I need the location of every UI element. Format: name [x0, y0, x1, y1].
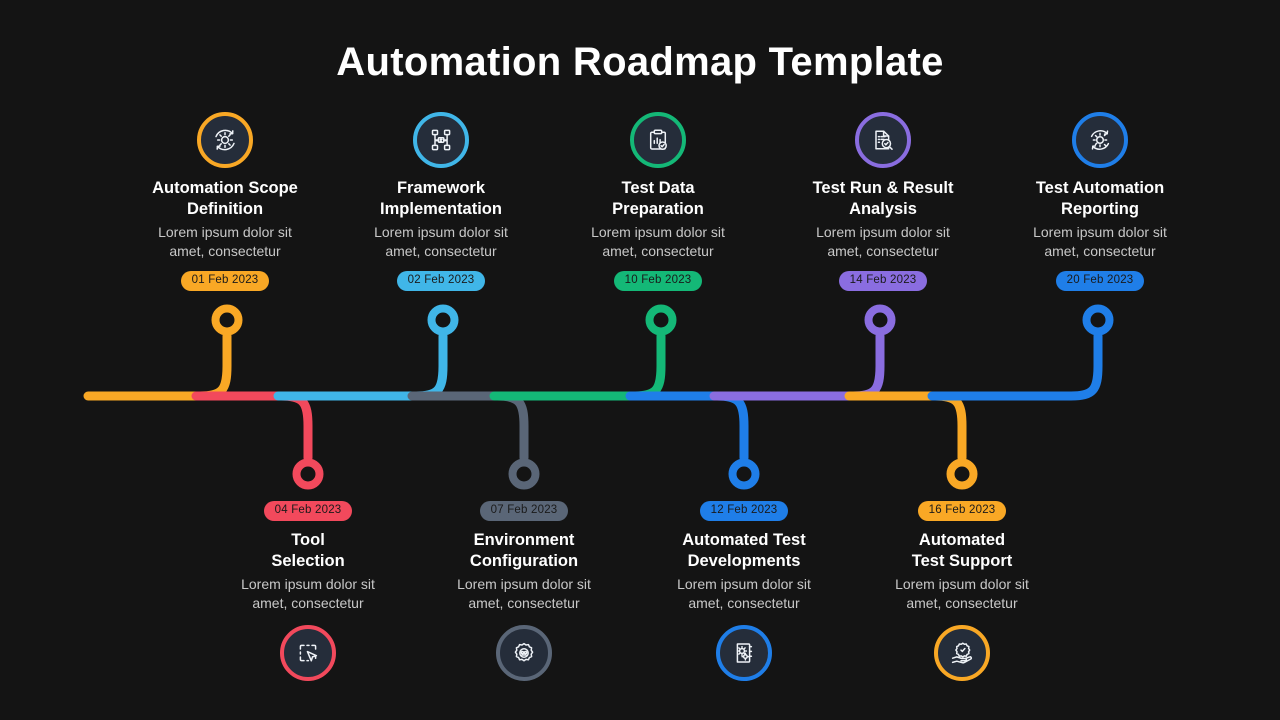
milestone-date-badge[interactable]: 12 Feb 2023: [699, 501, 789, 521]
milestone-title: Environment Configuration: [469, 531, 579, 570]
milestone-date-badge[interactable]: 16 Feb 2023: [917, 501, 1007, 521]
segment-orange-1: [83, 331, 232, 401]
milestone-description: Lorem ipsum dolor sit amet, consectetur: [457, 576, 591, 611]
milestone-3[interactable]: Framework Implementation Lorem ipsum dolo…: [336, 112, 546, 291]
segment-blue-6: [625, 391, 749, 463]
target-automation-icon: [1072, 112, 1128, 168]
milestone-description: Lorem ipsum dolor sit amet, consectetur: [895, 576, 1029, 611]
milestone-8[interactable]: 16 Feb 2023 Automated Test Support Lorem …: [857, 500, 1067, 681]
milestone-date-wrap: 16 Feb 2023: [857, 500, 1067, 521]
milestone-5[interactable]: Test Data Preparation Lorem ipsum dolor s…: [553, 112, 763, 291]
milestone-title: Framework Implementation: [380, 179, 502, 218]
milestone-1[interactable]: Automation Scope Definition Lorem ipsum d…: [120, 112, 330, 291]
timeline-node-3[interactable]: [427, 304, 459, 336]
milestone-date-badge[interactable]: 07 Feb 2023: [479, 501, 569, 521]
document-search-icon: [855, 112, 911, 168]
milestone-date-wrap: 10 Feb 2023: [553, 270, 763, 291]
milestone-title: Test Automation Reporting: [1035, 179, 1165, 218]
hand-badge-icon: [934, 625, 990, 681]
segment-amber-8: [844, 391, 967, 463]
timeline-node-5[interactable]: [645, 304, 677, 336]
milestone-description: Lorem ipsum dolor sit amet, consectetur: [677, 576, 811, 611]
milestone-title: Automated Test Developments: [682, 531, 806, 570]
timeline-node-6[interactable]: [728, 458, 760, 490]
timeline-node-7[interactable]: [864, 304, 896, 336]
segment-purple-7: [709, 331, 885, 401]
milestone-date-badge[interactable]: 02 Feb 2023: [396, 271, 486, 291]
timeline-node-2[interactable]: [292, 458, 324, 490]
milestone-date-wrap: 14 Feb 2023: [778, 270, 988, 291]
milestone-title: Automated Test Support: [911, 531, 1013, 570]
milestone-date-wrap: 01 Feb 2023: [120, 270, 330, 291]
roadmap-canvas: Automation Roadmap Template Automation S…: [0, 0, 1280, 720]
milestone-date-wrap: 04 Feb 2023: [203, 500, 413, 521]
milestone-date-wrap: 12 Feb 2023: [639, 500, 849, 521]
milestone-title: Automation Scope Definition: [152, 179, 298, 218]
milestone-4[interactable]: 07 Feb 2023 Environment Configuration Lor…: [419, 500, 629, 681]
milestone-2[interactable]: 04 Feb 2023 Tool Selection Lorem ipsum do…: [203, 500, 413, 681]
milestone-date-badge[interactable]: 10 Feb 2023: [613, 271, 703, 291]
segment-blue-3: [273, 331, 448, 401]
milestone-description: Lorem ipsum dolor sit amet, consectetur: [241, 576, 375, 611]
milestone-date-wrap: 02 Feb 2023: [336, 270, 546, 291]
milestone-date-wrap: 20 Feb 2023: [995, 270, 1205, 291]
milestone-description: Lorem ipsum dolor sit amet, consectetur: [816, 224, 950, 259]
milestone-date-badge[interactable]: 04 Feb 2023: [263, 501, 353, 521]
gear-badge-icon: [496, 625, 552, 681]
milestone-description: Lorem ipsum dolor sit amet, consectetur: [158, 224, 292, 259]
milestone-date-badge[interactable]: 14 Feb 2023: [838, 271, 928, 291]
timeline-node-8[interactable]: [946, 458, 978, 490]
segment-slate-4: [407, 391, 529, 463]
gear-automation-icon: [197, 112, 253, 168]
milestone-date-badge[interactable]: 01 Feb 2023: [180, 271, 270, 291]
network-framework-icon: [413, 112, 469, 168]
timeline-node-1[interactable]: [211, 304, 243, 336]
milestone-title: Test Run & Result Analysis: [812, 179, 954, 218]
clipboard-chart-icon: [630, 112, 686, 168]
milestone-9[interactable]: Test Automation Reporting Lorem ipsum dol…: [995, 112, 1205, 291]
timeline-node-4[interactable]: [508, 458, 540, 490]
selection-cursor-icon: [280, 625, 336, 681]
milestone-title: Tool Selection: [271, 531, 345, 570]
document-gears-icon: [716, 625, 772, 681]
segment-blue-9: [927, 331, 1103, 401]
milestone-description: Lorem ipsum dolor sit amet, consectetur: [374, 224, 508, 259]
timeline-node-9[interactable]: [1082, 304, 1114, 336]
segment-red-2: [191, 391, 313, 463]
milestone-title: Test Data Preparation: [612, 179, 704, 218]
milestone-date-badge[interactable]: 20 Feb 2023: [1055, 271, 1145, 291]
milestone-7[interactable]: Test Run & Result Analysis Lorem ipsum do…: [778, 112, 988, 291]
milestone-description: Lorem ipsum dolor sit amet, consectetur: [1033, 224, 1167, 259]
milestone-6[interactable]: 12 Feb 2023 Automated Test Developments L…: [639, 500, 849, 681]
milestone-date-wrap: 07 Feb 2023: [419, 500, 629, 521]
segment-green-5: [489, 331, 666, 401]
milestone-description: Lorem ipsum dolor sit amet, consectetur: [591, 224, 725, 259]
